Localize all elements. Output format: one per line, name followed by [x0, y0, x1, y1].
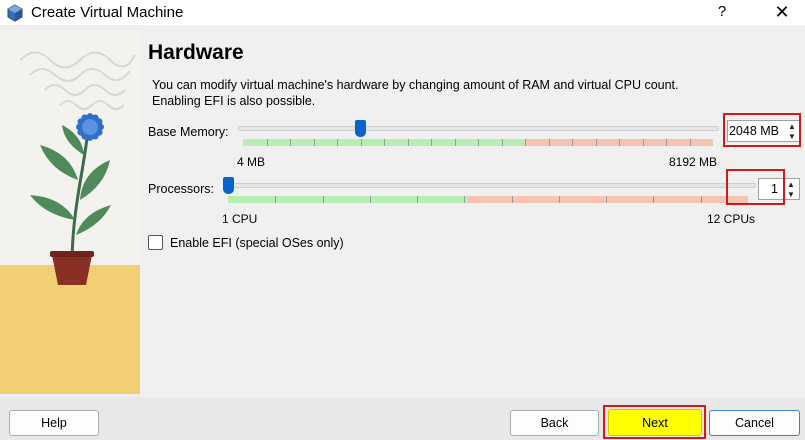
scale-tick [408, 139, 409, 146]
not-recommended-range [467, 196, 748, 203]
processors-max-label: 12 CPUs [707, 212, 756, 226]
processors-min-label: 1 CPU [222, 212, 258, 226]
scale-tick [525, 139, 526, 146]
scale-tick [323, 196, 324, 203]
enable-efi-checkbox[interactable] [148, 235, 163, 250]
help-button[interactable]: Help [9, 410, 99, 436]
base-memory-slider[interactable] [238, 126, 719, 131]
scale-tick [701, 196, 702, 203]
processors-label: Processors: [148, 182, 214, 196]
scale-tick [370, 196, 371, 203]
base-memory-label: Base Memory: [148, 125, 229, 139]
scale-tick [643, 139, 644, 146]
scale-tick [512, 196, 513, 203]
help-icon[interactable]: ? [712, 2, 732, 22]
scale-tick [431, 139, 432, 146]
title-bar: Create Virtual Machine ? ✕ [0, 0, 805, 25]
base-memory-slider-handle[interactable] [355, 120, 366, 137]
wizard-illustration [0, 30, 140, 394]
scale-tick [596, 139, 597, 146]
cancel-button[interactable]: Cancel [709, 410, 800, 436]
scale-tick [549, 139, 550, 146]
base-memory-max-label: 8192 MB [669, 155, 718, 169]
scale-tick [690, 139, 691, 146]
description-line: Enabling EFI is also possible. [152, 94, 316, 108]
page-description: You can modify virtual machine's hardwar… [152, 77, 752, 109]
scale-tick [559, 196, 560, 203]
close-icon[interactable]: ✕ [772, 2, 792, 22]
scale-tick [314, 139, 315, 146]
enable-efi-label[interactable]: Enable EFI (special OSes only) [170, 236, 344, 250]
next-highlight-box [603, 405, 706, 439]
scale-tick [384, 139, 385, 146]
processors-slider[interactable] [224, 183, 756, 188]
processors-scale [228, 196, 748, 203]
scale-tick [502, 139, 503, 146]
scale-tick [478, 139, 479, 146]
scale-tick [455, 139, 456, 146]
recommended-range [228, 196, 467, 203]
flower-pot-illustration [0, 30, 140, 394]
scale-tick [417, 196, 418, 203]
scale-tick [464, 196, 465, 203]
scale-tick [619, 139, 620, 146]
scale-tick [606, 196, 607, 203]
processors-slider-handle[interactable] [223, 177, 234, 194]
spin-up-icon[interactable]: ▲ [784, 180, 798, 190]
back-button[interactable]: Back [510, 410, 599, 436]
scale-tick [267, 139, 268, 146]
scale-tick [666, 139, 667, 146]
base-memory-scale [243, 139, 713, 146]
scale-tick [337, 139, 338, 146]
memory-highlight-box [723, 113, 801, 147]
page-title: Hardware [148, 41, 244, 64]
base-memory-min-label: 4 MB [237, 155, 266, 169]
scale-tick [275, 196, 276, 203]
window-title: Create Virtual Machine [31, 4, 184, 21]
scale-tick [290, 139, 291, 146]
processors-highlight-box [726, 169, 785, 205]
description-line: You can modify virtual machine's hardwar… [152, 78, 679, 92]
spin-down-icon[interactable]: ▼ [784, 190, 798, 200]
virtualbox-cube-icon [7, 4, 23, 22]
scale-tick [361, 139, 362, 146]
scale-tick [572, 139, 573, 146]
scale-tick [653, 196, 654, 203]
